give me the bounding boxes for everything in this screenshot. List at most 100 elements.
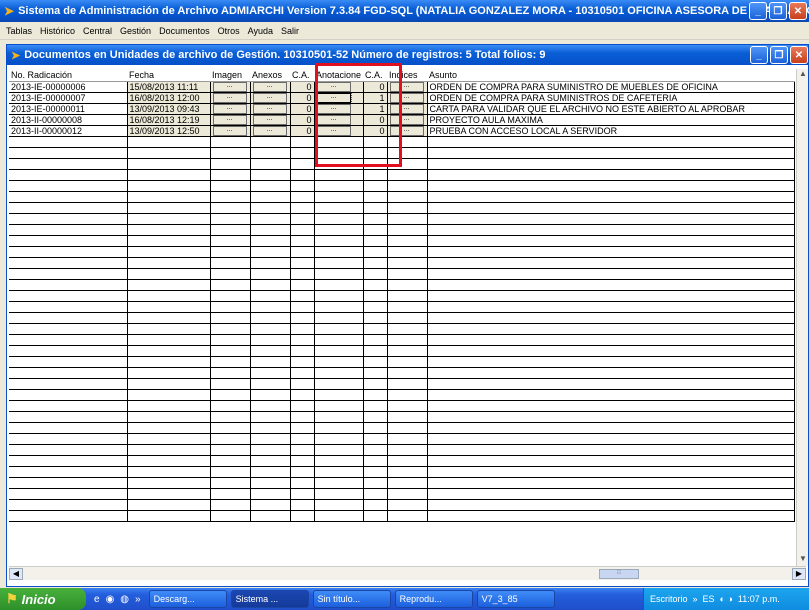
empty-cell: [127, 378, 211, 390]
empty-cell: [363, 378, 388, 390]
anexos-button[interactable]: ...: [252, 81, 287, 91]
indices-button[interactable]: ...: [389, 92, 424, 102]
menu-documentos[interactable]: Documentos: [155, 26, 214, 36]
taskbar-item-sistema[interactable]: Sistema ...: [230, 590, 309, 608]
indices-button[interactable]: ...: [389, 81, 424, 91]
start-button[interactable]: ⚑ Inicio: [0, 588, 86, 610]
close-button[interactable]: ✕: [789, 2, 807, 20]
anexos-button[interactable]: ...: [252, 103, 287, 113]
scroll-thumb[interactable]: ⁞⁞⁞: [599, 569, 639, 579]
col-header-anotaciones[interactable]: Anotacione: [314, 69, 363, 82]
anotaciones-button[interactable]: ...: [316, 81, 351, 91]
empty-row: [9, 213, 795, 225]
empty-cell: [314, 345, 364, 357]
empty-cell: [290, 378, 315, 390]
col-header-ca2[interactable]: C.A.: [363, 69, 387, 82]
table-row[interactable]: 2013-IE-00000011 13/09/2013 09:43...... 0.…: [9, 103, 795, 115]
empty-cell: [314, 367, 364, 379]
menu-historico[interactable]: Histórico: [36, 26, 79, 36]
documents-title-bar[interactable]: ➤ Documentos en Unidades de archivo de G…: [7, 45, 808, 65]
chrome-icon[interactable]: ◍: [120, 594, 129, 605]
empty-cell: [314, 433, 364, 445]
table-row[interactable]: 2013-II-00000008 16/08/2013 12:19...... 0.…: [9, 114, 795, 126]
col-header-anexos[interactable]: Anexos: [250, 69, 290, 82]
empty-cell: [290, 180, 315, 192]
empty-cell: [387, 389, 428, 401]
scroll-up-icon[interactable]: ▲: [797, 69, 809, 81]
minimize-button[interactable]: _: [749, 2, 767, 20]
main-title-bar[interactable]: ➤ Sistema de Administración de Archivo A…: [0, 0, 809, 22]
child-maximize-button[interactable]: ❐: [770, 46, 788, 64]
table-row[interactable]: 2013-IE-00000007 16/08/2013 12:00...... 0.…: [9, 92, 795, 104]
grid-header: No. Radicación Fecha Imagen Anexos C.A. …: [9, 69, 794, 82]
menu-tablas[interactable]: Tablas: [2, 26, 36, 36]
chevron-right-icon[interactable]: »: [693, 594, 698, 604]
empty-cell: [127, 400, 211, 412]
col-header-asunto[interactable]: Asunto: [427, 69, 794, 82]
menu-otros[interactable]: Otros: [214, 26, 244, 36]
anotaciones-button[interactable]: ...: [316, 125, 351, 135]
indices-button[interactable]: ...: [389, 103, 424, 113]
anexos-button[interactable]: ...: [252, 92, 287, 102]
maximize-button[interactable]: ❐: [769, 2, 787, 20]
empty-cell: [427, 422, 795, 434]
taskbar-item-reproductor[interactable]: Reprodu...: [394, 590, 473, 608]
indices-button[interactable]: ...: [389, 114, 424, 124]
desktop-label[interactable]: Escritorio: [650, 594, 688, 604]
radicacion-cell: 2013-IE-00000007: [9, 92, 128, 104]
anotaciones-button[interactable]: ...: [316, 103, 351, 113]
taskbar-item-descargas[interactable]: Descarg...: [148, 590, 227, 608]
imagen-button[interactable]: ...: [212, 81, 247, 91]
col-header-radicacion[interactable]: No. Radicación: [9, 69, 127, 82]
taskbar-item-sin-titulo[interactable]: Sin título...: [312, 590, 391, 608]
imagen-button[interactable]: ...: [212, 103, 247, 113]
imagen-button[interactable]: ...: [212, 125, 247, 135]
empty-cell: [290, 488, 315, 500]
anotaciones-button[interactable]: ...: [316, 114, 351, 124]
scroll-down-icon[interactable]: ▼: [797, 554, 809, 566]
menu-salir[interactable]: Salir: [277, 26, 303, 36]
child-close-button[interactable]: ✕: [790, 46, 808, 64]
anotaciones-button[interactable]: ...: [315, 92, 352, 102]
col-header-indices[interactable]: Indices: [387, 69, 427, 82]
horizontal-scrollbar[interactable]: ◀ ⁞⁞⁞ ▶: [9, 566, 806, 580]
language-indicator[interactable]: ES: [703, 594, 715, 604]
menu-central[interactable]: Central: [79, 26, 116, 36]
table-row[interactable]: 2013-IE-00000006 15/08/2013 11:11...... 0.…: [9, 81, 795, 93]
imagen-button[interactable]: ...: [212, 114, 247, 124]
empty-cell: [363, 279, 388, 291]
empty-cell: [363, 136, 388, 148]
empty-cell: [427, 389, 795, 401]
chevron-right-icon[interactable]: »: [135, 594, 141, 605]
empty-cell: [9, 290, 128, 302]
empty-cell: [210, 499, 251, 511]
menu-ayuda[interactable]: Ayuda: [244, 26, 277, 36]
imagen-button[interactable]: ...: [212, 92, 247, 102]
col-header-fecha[interactable]: Fecha: [127, 69, 210, 82]
empty-cell: [127, 389, 211, 401]
empty-cell: [314, 180, 364, 192]
col-header-imagen[interactable]: Imagen: [210, 69, 250, 82]
system-tray: Escritorio » ES ◐ ◑ 11:07 p.m.: [643, 588, 809, 610]
vertical-scrollbar[interactable]: ▲ ▼: [796, 69, 808, 566]
table-row[interactable]: 2013-II-00000012 13/09/2013 12:50...... 0.…: [9, 125, 795, 137]
empty-cell: [290, 158, 315, 170]
ie-icon[interactable]: e: [94, 594, 100, 605]
menu-gestion[interactable]: Gestión: [116, 26, 155, 36]
col-header-ca[interactable]: C.A.: [290, 69, 314, 82]
anexos-button[interactable]: ...: [252, 114, 287, 124]
scroll-left-icon[interactable]: ◀: [9, 568, 23, 580]
empty-cell: [250, 411, 291, 423]
empty-cell: [290, 455, 315, 467]
empty-cell: [427, 180, 795, 192]
tray-icons: ◐ ◑: [719, 594, 733, 604]
anexos-button[interactable]: ...: [252, 125, 287, 135]
firefox-icon[interactable]: ◉: [106, 594, 115, 605]
scroll-right-icon[interactable]: ▶: [792, 568, 806, 580]
taskbar-item-folder[interactable]: V7_3_85: [476, 590, 555, 608]
anexos-button-cell: ...: [250, 114, 291, 126]
empty-cell: [210, 455, 251, 467]
empty-row: [9, 422, 795, 434]
indices-button[interactable]: ...: [389, 125, 424, 135]
child-minimize-button[interactable]: _: [750, 46, 768, 64]
